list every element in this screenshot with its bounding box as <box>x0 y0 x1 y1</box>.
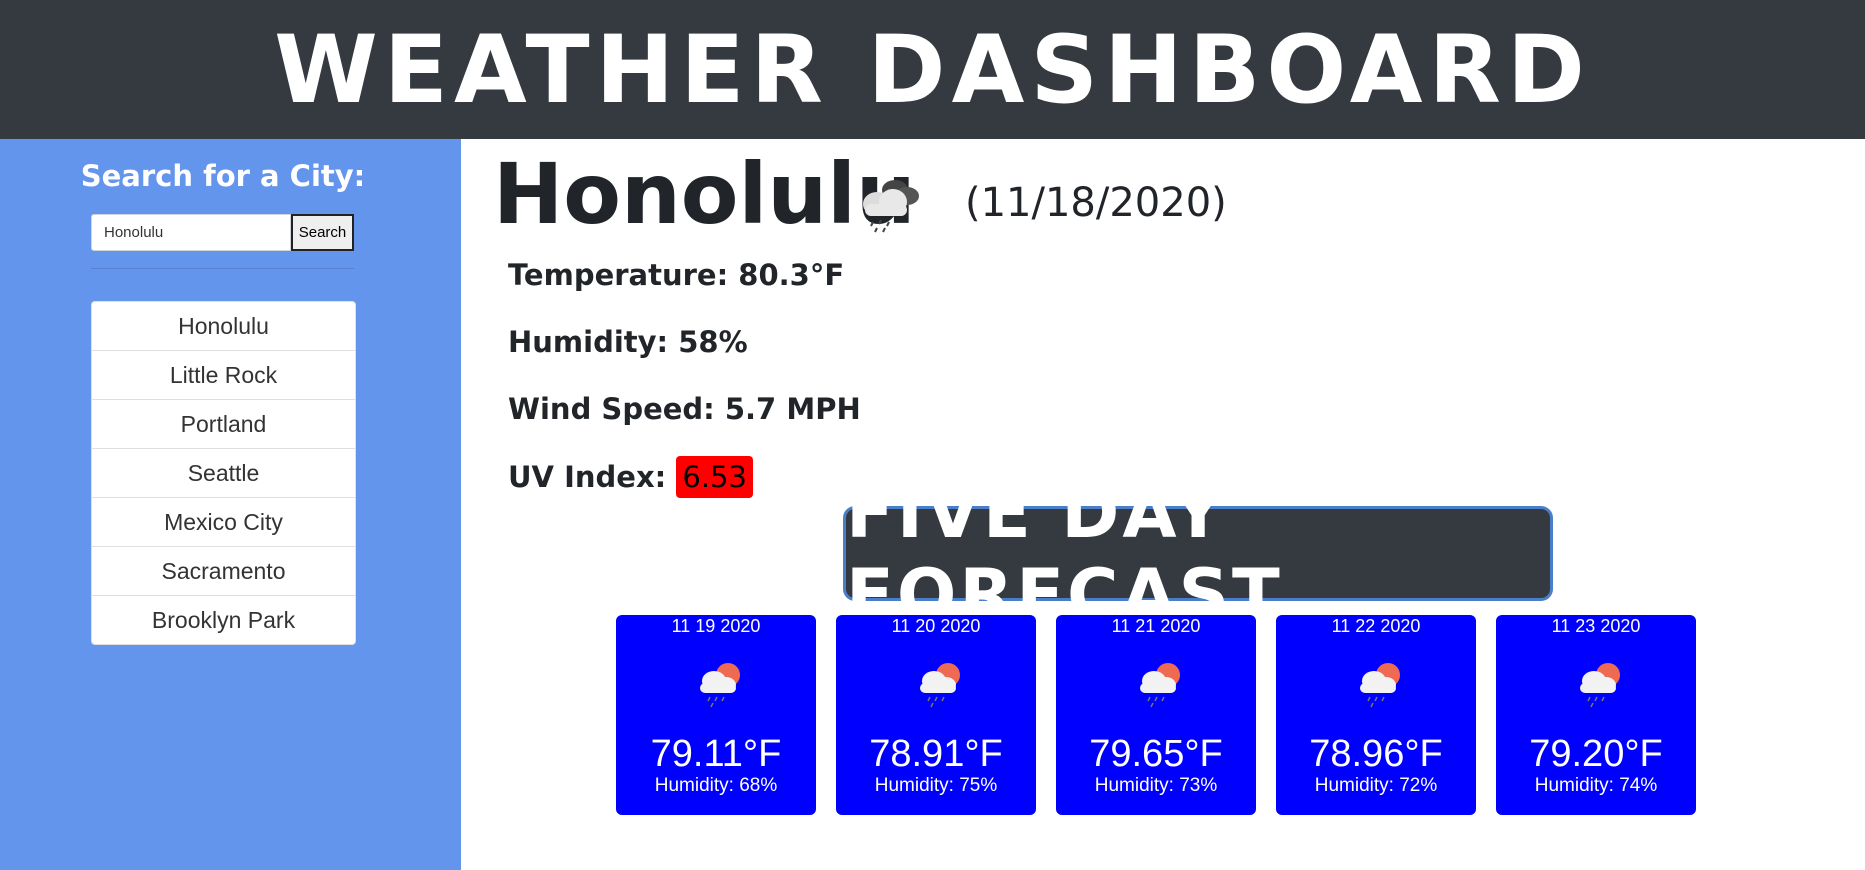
forecast-date: 11 19 2020 <box>671 616 761 636</box>
forecast-date: 11 20 2020 <box>891 616 981 636</box>
city-history-list: Honolulu Little Rock Portland Seattle Me… <box>91 301 356 645</box>
forecast-humidity: Humidity: 75% <box>874 775 998 796</box>
uv-index-label: UV Index: <box>508 460 667 494</box>
forecast-humidity: Humidity: 68% <box>654 775 778 796</box>
forecast-humidity: Humidity: 72% <box>1314 775 1438 796</box>
search-heading: Search for a City: <box>80 159 366 193</box>
current-temperature: Temperature: 80.3°F <box>508 258 845 292</box>
sun-rain-cloud-icon <box>920 663 960 708</box>
forecast-card: 11 19 2020 79.11°F Humidity: 68% <box>616 615 816 815</box>
forecast-date: 11 22 2020 <box>1331 616 1421 636</box>
forecast-humidity: Humidity: 73% <box>1094 775 1218 796</box>
sun-rain-cloud-icon <box>1360 663 1400 708</box>
search-button[interactable]: Search <box>291 214 354 251</box>
forecast-title: FIVE DAY FORECAST <box>846 471 1283 636</box>
sun-rain-cloud-icon <box>700 663 740 708</box>
city-list-item[interactable]: Seattle <box>92 448 355 497</box>
sun-rain-cloud-icon <box>1580 663 1620 708</box>
current-wind-speed: Wind Speed: 5.7 MPH <box>508 392 861 426</box>
city-list-item[interactable]: Honolulu <box>92 302 355 350</box>
city-list-item[interactable]: Little Rock <box>92 350 355 399</box>
uv-index-badge: 6.53 <box>676 456 753 498</box>
city-list-item[interactable]: Portland <box>92 399 355 448</box>
sidebar: Search for a City: Search Honolulu Littl… <box>0 139 461 870</box>
city-list-item[interactable]: Sacramento <box>92 546 355 595</box>
forecast-humidity: Humidity: 74% <box>1534 775 1658 796</box>
forecast-temperature: 79.65°F <box>1089 733 1223 775</box>
forecast-temperature: 79.20°F <box>1529 733 1663 775</box>
forecast-banner: FIVE DAY FORECAST <box>843 472 1553 636</box>
forecast-date: 11 23 2020 <box>1551 616 1641 636</box>
city-list-item[interactable]: Mexico City <box>92 497 355 546</box>
city-search-input[interactable] <box>91 214 291 251</box>
current-city-name: Honolulu <box>493 145 916 243</box>
forecast-card: 11 23 2020 79.20°F Humidity: 74% <box>1496 615 1696 815</box>
forecast-card: 11 20 2020 78.91°F Humidity: 75% <box>836 615 1036 815</box>
forecast-cards: 11 19 2020 79.11°F Humidity: 68% 11 20 2… <box>616 615 1696 815</box>
forecast-temperature: 78.91°F <box>869 733 1003 775</box>
page-title: WEATHER DASHBOARD <box>274 15 1591 125</box>
current-humidity: Humidity: 58% <box>508 325 748 359</box>
forecast-temperature: 78.96°F <box>1309 733 1443 775</box>
forecast-card: 11 21 2020 79.65°F Humidity: 73% <box>1056 615 1256 815</box>
sidebar-divider <box>91 268 354 269</box>
rain-cloud-icon <box>863 180 919 233</box>
city-list-item[interactable]: Brooklyn Park <box>92 595 355 644</box>
sun-rain-cloud-icon <box>1140 663 1180 708</box>
forecast-card: 11 22 2020 78.96°F Humidity: 72% <box>1276 615 1476 815</box>
current-uv-row: UV Index: 6.53 <box>508 456 753 498</box>
forecast-date: 11 21 2020 <box>1111 616 1201 636</box>
forecast-temperature: 79.11°F <box>650 733 782 775</box>
page-header: WEATHER DASHBOARD <box>0 0 1865 139</box>
current-date: (11/18/2020) <box>965 180 1227 226</box>
